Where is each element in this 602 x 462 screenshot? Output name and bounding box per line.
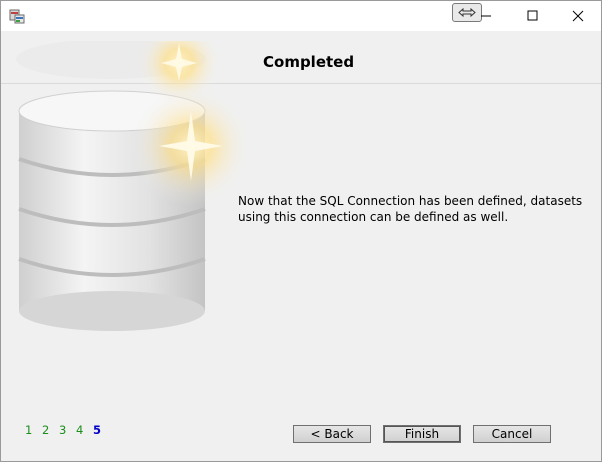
completion-message: Now that the SQL Connection has been def…	[238, 194, 583, 224]
title-bar	[1, 1, 601, 31]
finish-button[interactable]: Finish	[383, 425, 461, 443]
cancel-button[interactable]: Cancel	[473, 425, 551, 443]
step-3: 3	[58, 423, 67, 437]
step-2: 2	[41, 423, 50, 437]
maximize-button[interactable]	[509, 1, 555, 31]
close-icon	[572, 10, 584, 22]
step-4: 4	[75, 423, 84, 437]
maximize-icon	[527, 10, 538, 21]
wizard-content: Now that the SQL Connection has been def…	[1, 84, 601, 461]
step-1: 1	[25, 423, 33, 437]
minimize-icon	[481, 15, 491, 17]
minimize-button[interactable]	[463, 1, 509, 31]
wizard-window: Completed Now that the SQL Connection ha…	[0, 0, 602, 462]
database-wizard-icon	[9, 9, 25, 24]
step-indicator: 1 2 3 4 5	[25, 423, 107, 437]
close-button[interactable]	[555, 1, 601, 31]
step-5-current: 5	[92, 423, 101, 437]
back-button[interactable]: < Back	[293, 425, 371, 443]
page-title: Completed	[263, 53, 355, 71]
